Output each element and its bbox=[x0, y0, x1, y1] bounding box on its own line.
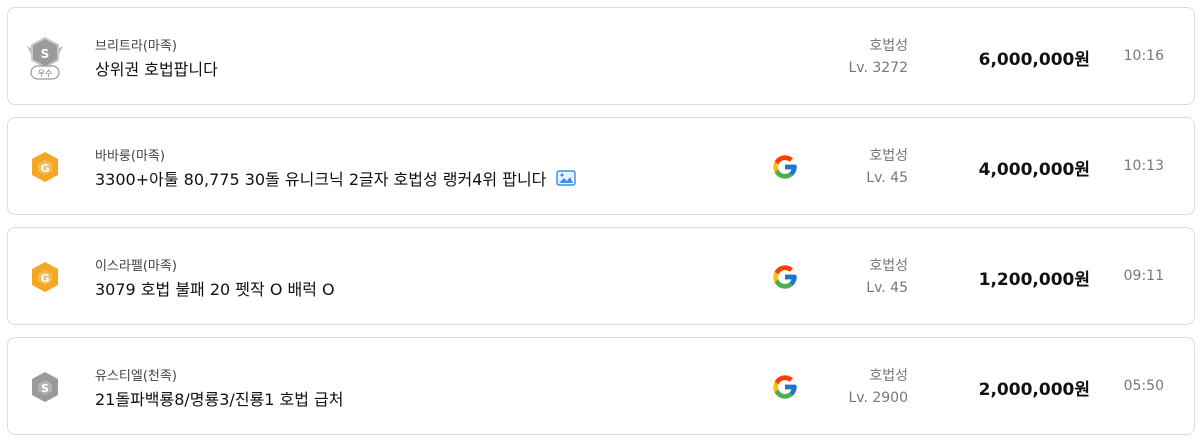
server-name: 브리트라(마족) bbox=[95, 39, 177, 54]
image-attached-icon bbox=[556, 170, 577, 186]
price: 1,200,000원 bbox=[978, 270, 1090, 290]
character-stat: 호법성 Lv. 2900 bbox=[848, 365, 908, 409]
listing-card[interactable]: S 유스티엘(천족) 21돌파백룡8/명룡3/진룡1 호법 급처 호법성 Lv.… bbox=[7, 337, 1195, 435]
svg-text:S: S bbox=[41, 47, 50, 61]
seller-grade-badge-icon: S bbox=[23, 364, 67, 410]
listing-title[interactable]: 3300+아툴 80,775 30돌 유니크닉 2글자 호법성 랭커4위 팝니다 bbox=[95, 166, 577, 190]
level-text: Lv. 45 bbox=[866, 170, 908, 186]
level-text: Lv. 3272 bbox=[848, 60, 908, 76]
listing-card[interactable]: S 우수 브리트라(마족) 상위권 호법팝니다 호법성 Lv. 3272 6,0… bbox=[7, 7, 1195, 105]
seller-grade-badge-icon: G bbox=[23, 144, 67, 190]
character-stat: 호법성 Lv. 3272 bbox=[848, 35, 908, 79]
level-text: Lv. 2900 bbox=[848, 390, 908, 406]
timestamp: 10:13 bbox=[1123, 158, 1164, 174]
stat-label: 호법성 bbox=[869, 148, 908, 164]
svg-text:S: S bbox=[41, 382, 49, 395]
seller-grade-badge-icon: S 우수 bbox=[23, 34, 67, 80]
character-stat: 호법성 Lv. 45 bbox=[866, 255, 908, 299]
google-icon bbox=[771, 263, 799, 291]
listing-card[interactable]: G 이스라펠(마족) 3079 호법 불패 20 펫작 O 배럭 O 호법성 L… bbox=[7, 227, 1195, 325]
timestamp: 10:16 bbox=[1123, 48, 1164, 64]
server-name: 이스라펠(마족) bbox=[95, 259, 177, 274]
price: 6,000,000원 bbox=[978, 50, 1090, 70]
seller-grade-badge-icon: G bbox=[23, 254, 67, 300]
listing-title[interactable]: 21돌파백룡8/명룡3/진룡1 호법 급처 bbox=[95, 386, 344, 410]
timestamp: 09:11 bbox=[1123, 268, 1164, 284]
svg-text:G: G bbox=[40, 272, 49, 285]
timestamp: 05:50 bbox=[1123, 378, 1164, 394]
server-name: 유스티엘(천족) bbox=[95, 369, 177, 384]
stat-label: 호법성 bbox=[869, 38, 908, 54]
price: 2,000,000원 bbox=[978, 380, 1090, 400]
listing-title[interactable]: 3079 호법 불패 20 펫작 O 배럭 O bbox=[95, 276, 335, 300]
level-text: Lv. 45 bbox=[866, 280, 908, 296]
google-icon bbox=[771, 373, 799, 401]
stat-label: 호법성 bbox=[869, 368, 908, 384]
listing-card[interactable]: G 바바룽(마족) 3300+아툴 80,775 30돌 유니크닉 2글자 호법… bbox=[7, 117, 1195, 215]
google-icon bbox=[771, 153, 799, 181]
listing-title[interactable]: 상위권 호법팝니다 bbox=[95, 56, 218, 80]
stat-label: 호법성 bbox=[869, 258, 908, 274]
svg-text:G: G bbox=[40, 162, 49, 175]
price: 4,000,000원 bbox=[978, 160, 1090, 180]
server-name: 바바룽(마족) bbox=[95, 149, 165, 164]
badge-label: 우수 bbox=[38, 69, 53, 78]
listing-list: S 우수 브리트라(마족) 상위권 호법팝니다 호법성 Lv. 3272 6,0… bbox=[7, 7, 1195, 447]
character-stat: 호법성 Lv. 45 bbox=[866, 145, 908, 189]
